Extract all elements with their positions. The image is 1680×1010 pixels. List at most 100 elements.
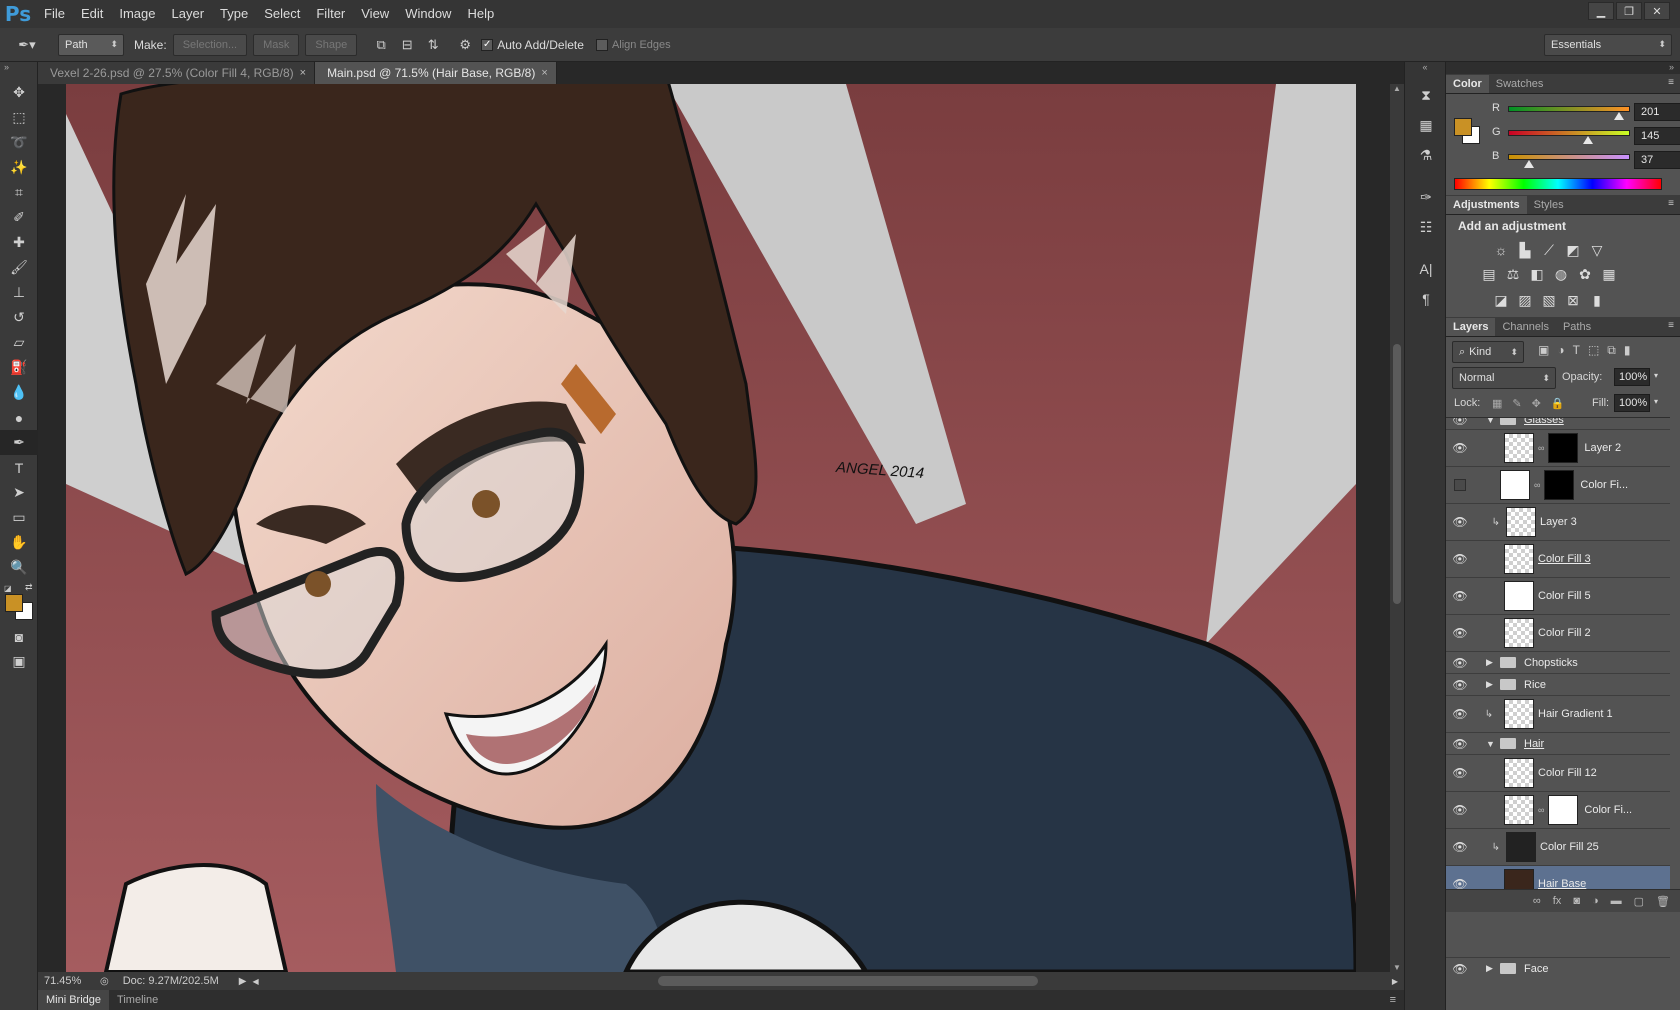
brush-tool-icon[interactable]: 🖌 bbox=[0, 255, 38, 280]
filter-type-icon[interactable]: T bbox=[1573, 343, 1580, 358]
artwork-canvas[interactable]: ANGEL 2014 bbox=[66, 84, 1356, 972]
opacity-arrow-icon[interactable]: ▾ bbox=[1654, 371, 1658, 380]
scroll-right-arrow-icon[interactable]: ▶ bbox=[1392, 977, 1398, 986]
minimize-button[interactable]: ▁ bbox=[1588, 2, 1614, 20]
path-alignment-icon[interactable]: ⊟ bbox=[397, 35, 417, 55]
channel-mixer-icon[interactable]: ✿ bbox=[1576, 265, 1594, 283]
menu-layer[interactable]: Layer bbox=[164, 0, 213, 28]
color-balance-icon[interactable]: ⚖ bbox=[1504, 265, 1522, 283]
tab-styles[interactable]: Styles bbox=[1527, 196, 1571, 214]
menu-type[interactable]: Type bbox=[212, 0, 256, 28]
proof-icon[interactable]: ◎ bbox=[100, 976, 109, 987]
layer-group-chopsticks[interactable]: 👁 ▶ Chopsticks bbox=[1446, 652, 1670, 674]
scroll-down-arrow-icon[interactable]: ▼ bbox=[1393, 963, 1401, 972]
auto-add-delete-checkbox[interactable]: ✓ bbox=[481, 38, 494, 51]
make-selection-button[interactable]: Selection... bbox=[172, 33, 248, 56]
menu-help[interactable]: Help bbox=[459, 0, 502, 28]
layer-row[interactable]: 👁 Color Fill 3 bbox=[1446, 541, 1670, 578]
brush-panel-icon[interactable]: ✑ bbox=[1405, 182, 1447, 212]
zoom-tool-icon[interactable]: 🔍 bbox=[0, 555, 38, 580]
quick-mask-icon[interactable]: ◙ bbox=[0, 624, 38, 649]
color-lookup-icon[interactable]: ▦ bbox=[1600, 265, 1618, 283]
eye-icon[interactable]: 👁 bbox=[1446, 418, 1474, 427]
color-spectrum-ramp[interactable] bbox=[1454, 178, 1662, 190]
paint-bucket-tool-icon[interactable]: ⛽ bbox=[0, 355, 38, 380]
layer-row[interactable]: 👁 ∞ Color Fi... bbox=[1446, 792, 1670, 829]
blend-mode-select[interactable]: Normal bbox=[1452, 367, 1556, 389]
eye-icon[interactable]: 👁 bbox=[1446, 737, 1474, 751]
opacity-field[interactable]: 100% bbox=[1614, 368, 1650, 386]
close-tab-icon[interactable]: × bbox=[300, 62, 306, 84]
vertical-scrollbar[interactable]: ▲ ▼ bbox=[1390, 84, 1404, 972]
new-adjustment-icon[interactable]: ◑ bbox=[1592, 895, 1599, 907]
horizontal-scroll-thumb[interactable] bbox=[658, 976, 1038, 986]
expand-arrow-icon[interactable]: ▼ bbox=[1486, 418, 1496, 425]
layer-group-face[interactable]: 👁 ▶ Face bbox=[1446, 957, 1670, 979]
visibility-off-box[interactable] bbox=[1454, 479, 1466, 491]
path-arrangement-icon[interactable]: ⇅ bbox=[423, 35, 443, 55]
layer-row[interactable]: 👁 Color Fill 5 bbox=[1446, 578, 1670, 615]
magic-wand-tool-icon[interactable]: ✨ bbox=[0, 155, 38, 180]
panel-menu-icon[interactable]: ≡ bbox=[1390, 994, 1396, 1006]
status-menu-arrow-icon[interactable]: ▶ bbox=[239, 976, 247, 987]
layer-group-hair[interactable]: 👁 ▼ Hair bbox=[1446, 733, 1670, 755]
tool-presets-icon[interactable]: ☷ bbox=[1405, 212, 1447, 242]
expand-panels-icon[interactable]: « bbox=[1405, 62, 1445, 74]
layer-group-glasses[interactable]: 👁 ▼ Glasses bbox=[1446, 418, 1670, 430]
blue-value-field[interactable]: 37 bbox=[1634, 151, 1680, 169]
pen-tool-icon[interactable]: ✒ bbox=[0, 430, 38, 455]
eye-icon[interactable]: 👁 bbox=[1446, 707, 1474, 721]
eye-icon[interactable]: 👁 bbox=[1446, 656, 1474, 670]
marquee-tool-icon[interactable]: ⬚ bbox=[0, 105, 38, 130]
layer-mask-thumbnail[interactable] bbox=[1544, 470, 1575, 500]
default-colors-icon[interactable]: ◪ bbox=[4, 584, 12, 593]
history-brush-tool-icon[interactable]: ↺ bbox=[0, 305, 38, 330]
collapse-toolbar-icon[interactable]: » bbox=[0, 62, 37, 80]
zoom-level[interactable]: 71.45% bbox=[44, 975, 92, 987]
fill-arrow-icon[interactable]: ▾ bbox=[1654, 397, 1658, 406]
expand-arrow-icon[interactable]: ▶ bbox=[1486, 679, 1496, 690]
properties-panel-icon[interactable]: ▦ bbox=[1405, 110, 1447, 140]
layer-row[interactable]: 👁 ↳ Hair Gradient 1 bbox=[1446, 696, 1670, 733]
tab-mini-bridge[interactable]: Mini Bridge bbox=[38, 990, 110, 1010]
foreground-color-swatch[interactable] bbox=[1454, 118, 1472, 136]
eye-icon[interactable]: 👁 bbox=[1446, 766, 1474, 780]
tab-adjustments[interactable]: Adjustments bbox=[1446, 196, 1527, 214]
eye-icon[interactable]: 👁 bbox=[1446, 589, 1474, 603]
vertical-scroll-thumb[interactable] bbox=[1393, 344, 1401, 604]
close-window-button[interactable]: ✕ bbox=[1644, 2, 1670, 20]
layer-kind-filter[interactable]: ⌕ Kind bbox=[1452, 341, 1524, 363]
screen-mode-icon[interactable]: ▣ bbox=[0, 649, 38, 674]
vibrance-icon[interactable]: ▽ bbox=[1588, 241, 1606, 259]
scroll-up-arrow-icon[interactable]: ▲ bbox=[1393, 84, 1401, 93]
tool-mode-select[interactable]: Path bbox=[58, 33, 124, 56]
tab-main[interactable]: Main.psd @ 71.5% (Hair Base, RGB/8) × bbox=[315, 62, 557, 84]
panel-menu-icon[interactable]: ≡ bbox=[1668, 320, 1674, 331]
menu-file[interactable]: File bbox=[36, 0, 73, 28]
layer-group-rice[interactable]: 👁 ▶ Rice bbox=[1446, 674, 1670, 696]
fill-field[interactable]: 100% bbox=[1614, 394, 1650, 412]
layer-row[interactable]: 👁 ∞ Layer 2 bbox=[1446, 430, 1670, 467]
path-operations-icon[interactable]: ⧉ bbox=[371, 35, 391, 55]
rectangle-tool-icon[interactable]: ▭ bbox=[0, 505, 38, 530]
filter-smart-object-icon[interactable]: ⧉ bbox=[1607, 343, 1616, 358]
new-group-icon[interactable]: ▬ bbox=[1611, 895, 1622, 907]
tab-timeline[interactable]: Timeline bbox=[109, 990, 166, 1010]
expand-arrow-icon[interactable]: ▶ bbox=[1486, 657, 1496, 668]
lock-transparent-icon[interactable]: ▦ bbox=[1492, 397, 1502, 410]
posterize-icon[interactable]: ▨ bbox=[1516, 291, 1534, 309]
panel-menu-icon[interactable]: ≡ bbox=[1668, 198, 1674, 209]
eye-icon[interactable]: 👁 bbox=[1446, 441, 1474, 455]
tab-color[interactable]: Color bbox=[1446, 75, 1489, 93]
layer-mask-thumbnail[interactable] bbox=[1548, 795, 1579, 825]
brightness-contrast-icon[interactable]: ☼ bbox=[1492, 241, 1510, 259]
add-mask-icon[interactable]: ◙ bbox=[1573, 895, 1580, 907]
delete-layer-icon[interactable]: 🗑 bbox=[1656, 895, 1670, 908]
red-slider[interactable] bbox=[1508, 106, 1630, 112]
make-shape-button[interactable]: Shape bbox=[305, 33, 358, 56]
expand-arrow-icon[interactable]: ▶ bbox=[1486, 963, 1496, 974]
layer-row-selected[interactable]: 👁 Hair Base bbox=[1446, 866, 1670, 889]
menu-edit[interactable]: Edit bbox=[73, 0, 111, 28]
selective-color-icon[interactable]: ⊠ bbox=[1564, 291, 1582, 309]
gradient-map-icon[interactable]: ▮ bbox=[1588, 291, 1606, 309]
